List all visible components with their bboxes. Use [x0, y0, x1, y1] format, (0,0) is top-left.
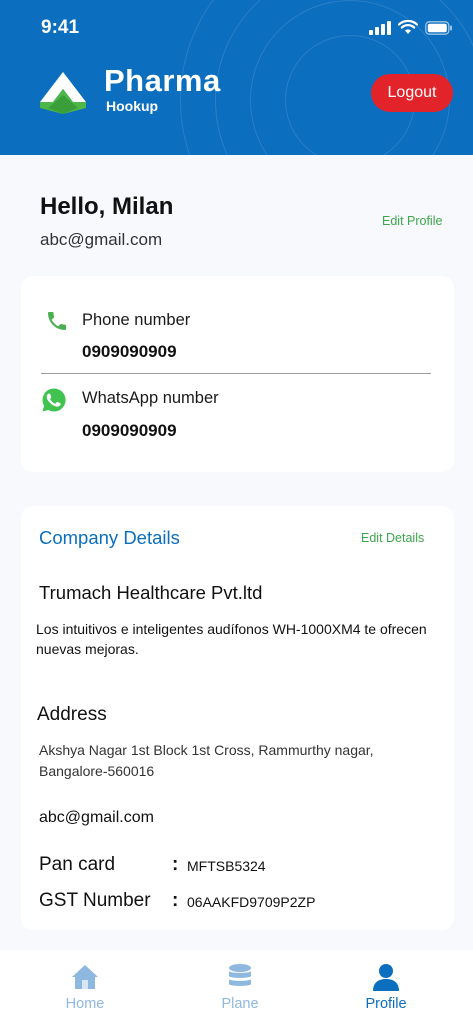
address-title: Address	[37, 704, 107, 725]
wifi-icon	[398, 20, 418, 34]
logout-button[interactable]: Logout	[371, 74, 453, 112]
user-email: abc@gmail.com	[40, 230, 163, 249]
battery-icon	[425, 20, 452, 35]
company-details-title: Company Details	[39, 527, 180, 548]
company-email: abc@gmail.com	[39, 809, 154, 826]
company-details-card: Company Details Edit Details Trumach Hea…	[21, 506, 454, 930]
pan-card-value: MFTSB5324	[187, 858, 266, 874]
phone-label: Phone number	[82, 311, 191, 329]
status-time: 9:41	[41, 17, 80, 38]
company-description: Los intuitivos e inteligentes audífonos …	[36, 621, 427, 657]
whatsapp-value: 0909090909	[82, 421, 177, 440]
home-icon	[72, 965, 98, 989]
gst-separator: :	[172, 890, 179, 911]
app-header: 9:41 Pharma Hookup Logout	[0, 0, 473, 155]
edit-details-link[interactable]: Edit Details	[361, 531, 424, 545]
nav-item-profile[interactable]: Profile	[336, 962, 436, 1012]
contact-divider	[41, 373, 431, 374]
whatsapp-label: WhatsApp number	[82, 389, 219, 407]
bottom-nav: Home Plane Profile	[0, 950, 473, 1024]
nav-item-home[interactable]: Home	[35, 962, 135, 1012]
gst-number-value: 06AAKFD9709P2ZP	[187, 894, 316, 910]
company-name: Trumach Healthcare Pvt.ltd	[39, 582, 263, 603]
pan-card-label: Pan card	[39, 854, 116, 875]
brand-wordmark: Pharma Hookup	[104, 63, 221, 115]
nav-home-label: Home	[65, 996, 105, 1012]
brand-tagline: Hookup	[106, 98, 159, 114]
company-address: Akshya Nagar 1st Block 1st Cross, Rammur…	[39, 742, 374, 779]
edit-profile-link[interactable]: Edit Profile	[382, 214, 442, 228]
brand-name: Pharma	[104, 63, 221, 98]
nav-profile-label: Profile	[365, 996, 407, 1012]
phone-icon	[48, 312, 66, 330]
greeting-title: Hello, Milan	[40, 193, 174, 220]
contact-card: Phone number 0909090909 WhatsApp number …	[21, 276, 454, 472]
whatsapp-icon	[42, 388, 66, 412]
signal-icon	[369, 20, 391, 35]
status-bar: 9:41	[0, 0, 473, 56]
pan-separator: :	[172, 854, 179, 875]
nav-plane-label: Plane	[221, 996, 259, 1012]
database-icon	[229, 964, 251, 986]
user-icon	[373, 964, 399, 991]
phone-value: 0909090909	[82, 342, 177, 361]
status-icons	[369, 20, 453, 35]
pharma-logo-icon	[40, 72, 86, 114]
gst-number-label: GST Number	[39, 890, 151, 911]
nav-item-plane[interactable]: Plane	[190, 962, 290, 1012]
